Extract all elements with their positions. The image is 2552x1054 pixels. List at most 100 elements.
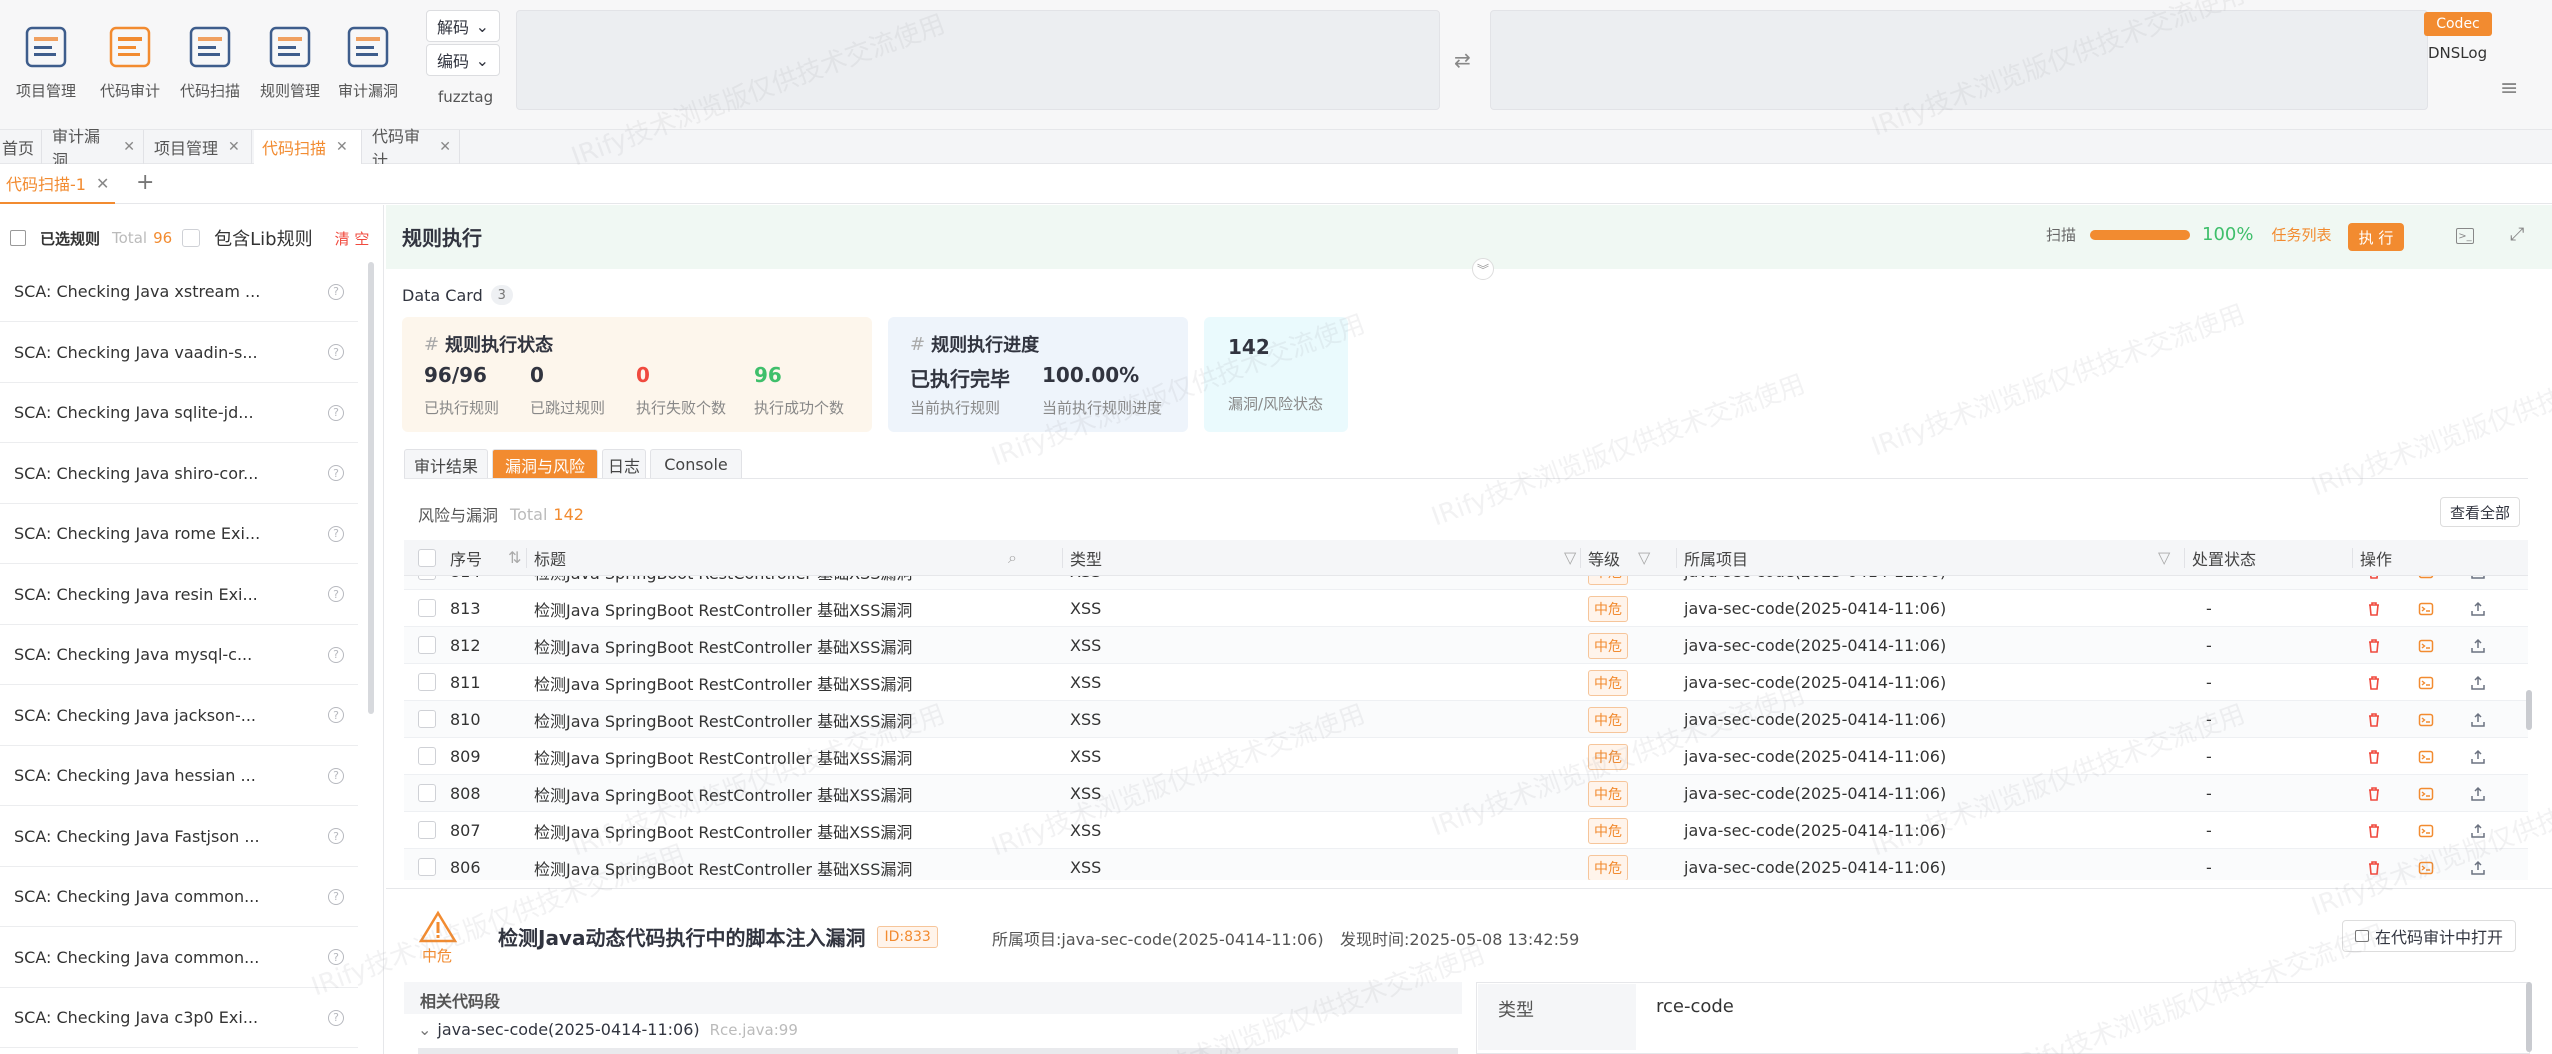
add-tab-icon[interactable]: + bbox=[136, 170, 154, 195]
column-header-0[interactable]: 序号 bbox=[450, 540, 482, 576]
terminal-icon[interactable] bbox=[2418, 675, 2434, 691]
rule-item[interactable]: SCA: Checking Java rome Exi...? bbox=[0, 504, 358, 564]
table-row[interactable]: 814 检测Java SpringBoot RestController 基础XS… bbox=[404, 576, 2528, 590]
subtab-code-scan-1[interactable]: 代码扫描-1 ✕ bbox=[0, 164, 116, 204]
result-tab-3[interactable]: Console bbox=[650, 449, 742, 479]
table-row[interactable]: 806 检测Java SpringBoot RestController 基础XS… bbox=[404, 849, 2528, 880]
fullscreen-icon[interactable]: ⤢ bbox=[2510, 224, 2524, 245]
terminal-icon[interactable]: >_ bbox=[2456, 228, 2474, 244]
encode-dropdown[interactable]: 编码 ⌄ bbox=[426, 44, 500, 76]
help-icon[interactable]: ? bbox=[328, 888, 344, 905]
row-checkbox[interactable] bbox=[418, 784, 436, 802]
help-icon[interactable]: ? bbox=[328, 767, 344, 784]
rule-item[interactable]: SCA: Checking Java hessian ...? bbox=[0, 746, 358, 806]
row-checkbox[interactable] bbox=[418, 747, 436, 765]
tool-audit-vuln[interactable]: 审计漏洞 bbox=[328, 20, 408, 112]
rule-item[interactable]: SCA: Checking Java xstream ...? bbox=[0, 262, 358, 322]
row-checkbox[interactable] bbox=[418, 710, 436, 728]
table-row[interactable]: 810 检测Java SpringBoot RestController 基础XS… bbox=[404, 701, 2528, 738]
table-row[interactable]: 811 检测Java SpringBoot RestController 基础XS… bbox=[404, 664, 2528, 701]
table-row[interactable]: 812 检测Java SpringBoot RestController 基础XS… bbox=[404, 627, 2528, 664]
terminal-icon[interactable] bbox=[2418, 786, 2434, 802]
help-icon[interactable]: ? bbox=[328, 707, 344, 723]
upload-icon[interactable] bbox=[2470, 823, 2486, 839]
tool-project-management[interactable]: 项目管理 bbox=[6, 20, 86, 112]
help-icon[interactable]: ? bbox=[328, 525, 344, 542]
decode-dropdown[interactable]: 解码 ⌄ bbox=[426, 10, 500, 42]
encode-output-pane[interactable] bbox=[1490, 10, 2428, 110]
code-file-name[interactable]: java-sec-code(2025-0414-11:06) bbox=[437, 1020, 699, 1039]
terminal-icon[interactable] bbox=[2418, 823, 2434, 839]
scrollbar[interactable] bbox=[368, 262, 374, 714]
upload-icon[interactable] bbox=[2470, 638, 2486, 654]
close-icon[interactable]: ✕ bbox=[228, 139, 240, 155]
search-icon[interactable]: ⌕ bbox=[1008, 548, 1017, 568]
upload-icon[interactable] bbox=[2470, 576, 2486, 580]
row-checkbox[interactable] bbox=[418, 636, 436, 654]
tool-code-scan[interactable]: 代码扫描 bbox=[170, 20, 250, 112]
chevron-down-icon[interactable]: ⌄ bbox=[418, 1020, 431, 1039]
delete-icon[interactable] bbox=[2366, 712, 2382, 728]
column-header-1[interactable]: 标题 bbox=[534, 540, 566, 576]
filter-icon[interactable]: ▽ bbox=[1638, 548, 1650, 567]
menu-icon[interactable]: ≡ bbox=[2500, 76, 2518, 101]
table-row[interactable]: 809 检测Java SpringBoot RestController 基础XS… bbox=[404, 738, 2528, 775]
terminal-icon[interactable] bbox=[2418, 749, 2434, 765]
terminal-icon[interactable] bbox=[2418, 601, 2434, 617]
close-icon[interactable]: ✕ bbox=[96, 174, 109, 193]
rule-item[interactable]: SCA: Checking Java mysql-c...? bbox=[0, 625, 358, 685]
include-lib-checkbox[interactable] bbox=[182, 229, 201, 247]
row-checkbox[interactable] bbox=[418, 821, 436, 839]
delete-icon[interactable] bbox=[2366, 675, 2382, 691]
codec-button[interactable]: Codec bbox=[2424, 12, 2492, 36]
detail-scrollbar[interactable] bbox=[2526, 982, 2532, 1052]
rule-item[interactable]: SCA: Checking Java common...? bbox=[0, 928, 358, 988]
table-row[interactable]: 813 检测Java SpringBoot RestController 基础XS… bbox=[404, 590, 2528, 627]
upload-icon[interactable] bbox=[2470, 712, 2486, 728]
help-icon[interactable]: ? bbox=[328, 404, 344, 421]
column-header-4[interactable]: 所属项目 bbox=[1684, 540, 1748, 576]
select-all-checkbox[interactable] bbox=[418, 549, 436, 567]
filter-icon[interactable]: ▽ bbox=[1564, 548, 1576, 567]
filter-icon[interactable]: ▽ bbox=[2158, 548, 2170, 567]
result-tab-1[interactable]: 漏洞与风险 bbox=[492, 449, 598, 479]
terminal-icon[interactable] bbox=[2418, 712, 2434, 728]
column-header-5[interactable]: 处置状态 bbox=[2192, 540, 2256, 576]
encode-input-pane[interactable] bbox=[516, 10, 1440, 110]
table-row[interactable]: 808 检测Java SpringBoot RestController 基础XS… bbox=[404, 775, 2528, 812]
delete-icon[interactable] bbox=[2366, 823, 2382, 839]
help-icon[interactable]: ? bbox=[328, 1009, 344, 1026]
collapse-panel-icon[interactable] bbox=[10, 230, 26, 246]
rule-item[interactable]: SCA: Checking Java c3p0 Exi...? bbox=[0, 988, 358, 1048]
collapse-chevron-icon[interactable]: ︾ bbox=[1472, 258, 1494, 280]
row-checkbox[interactable] bbox=[418, 576, 436, 580]
column-header-6[interactable]: 操作 bbox=[2360, 540, 2392, 576]
close-icon[interactable]: ✕ bbox=[123, 139, 135, 155]
table-scrollbar[interactable] bbox=[2526, 690, 2532, 730]
terminal-icon[interactable] bbox=[2418, 860, 2434, 876]
upload-icon[interactable] bbox=[2470, 786, 2486, 802]
row-checkbox[interactable] bbox=[418, 858, 436, 876]
tool-code-audit[interactable]: 代码审计 bbox=[90, 20, 170, 112]
rule-item[interactable]: SCA: Checking Java common...? bbox=[0, 867, 358, 927]
help-icon[interactable]: ? bbox=[328, 344, 344, 360]
rule-item[interactable]: SCA: Checking Java resin Exi...? bbox=[0, 565, 358, 625]
clear-button[interactable]: 清 空 bbox=[335, 228, 370, 249]
delete-icon[interactable] bbox=[2366, 860, 2382, 876]
rule-item[interactable]: SCA: Checking Java Fastjson ...? bbox=[0, 807, 358, 867]
tab-4[interactable]: 代码审计 ✕ bbox=[364, 127, 460, 170]
tab-0[interactable]: 首页 bbox=[0, 130, 42, 164]
table-row[interactable]: 807 检测Java SpringBoot RestController 基础XS… bbox=[404, 812, 2528, 849]
terminal-icon[interactable] bbox=[2418, 576, 2434, 580]
tab-1[interactable]: 审计漏洞 ✕ bbox=[44, 127, 144, 170]
row-checkbox[interactable] bbox=[418, 673, 436, 691]
task-list-link[interactable]: 任务列表 bbox=[2271, 224, 2331, 245]
tool-rule-management[interactable]: 规则管理 bbox=[250, 20, 330, 112]
delete-icon[interactable] bbox=[2366, 638, 2382, 654]
open-in-audit-button[interactable]: 在代码审计中打开 bbox=[2342, 920, 2517, 952]
sort-icon[interactable]: ⇅ bbox=[508, 548, 521, 567]
upload-icon[interactable] bbox=[2470, 860, 2486, 876]
close-icon[interactable]: ✕ bbox=[336, 139, 348, 155]
help-icon[interactable]: ? bbox=[328, 646, 344, 663]
rule-item[interactable]: SCA: Checking Java jackson-...? bbox=[0, 686, 358, 746]
